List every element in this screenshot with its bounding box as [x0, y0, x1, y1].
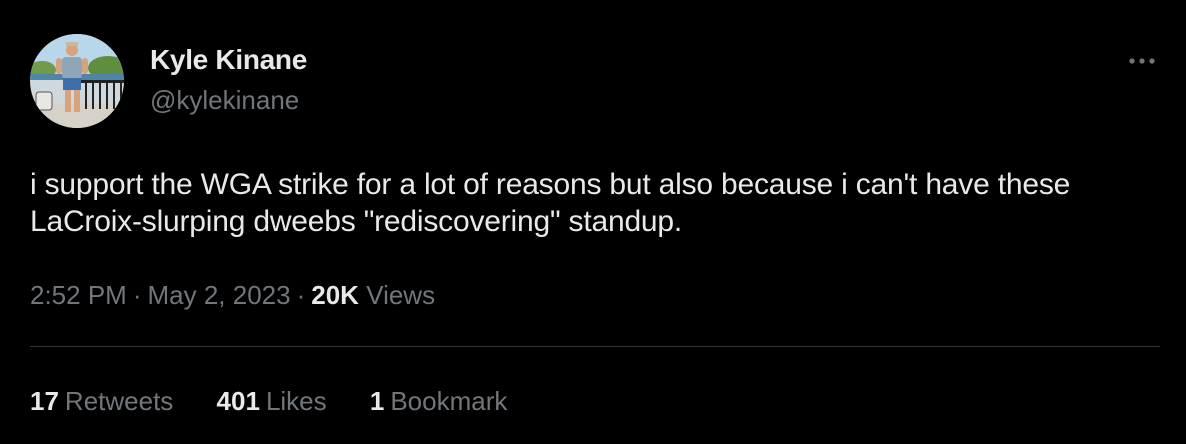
retweets-count: 17 — [30, 386, 59, 416]
more-options-button[interactable] — [1124, 48, 1160, 74]
meta-separator: · — [132, 280, 142, 310]
avatar-photo-icon — [30, 34, 124, 128]
divider — [30, 346, 1160, 347]
engagement-stats: 17 Retweets 401 Likes 1 Bookmark — [30, 384, 543, 418]
retweets-stat[interactable]: 17 Retweets — [30, 384, 173, 418]
bookmarks-label: Bookmark — [390, 386, 508, 416]
tweet-time[interactable]: 2:52 PM — [30, 280, 127, 310]
more-horizontal-icon — [1129, 58, 1155, 64]
author-info: Kyle Kinane @kylekinane — [150, 44, 307, 116]
views-count: 20K — [311, 280, 359, 310]
author-handle[interactable]: @kylekinane — [150, 84, 307, 116]
likes-count: 401 — [216, 386, 260, 416]
avatar[interactable] — [30, 34, 124, 128]
author-display-name[interactable]: Kyle Kinane — [150, 44, 307, 76]
tweet-card: Kyle Kinane @kylekinane i support the WG… — [0, 0, 1186, 444]
tweet-meta: 2:52 PM · May 2, 2023 · 20K Views — [30, 278, 435, 312]
bookmarks-count: 1 — [369, 386, 385, 416]
bookmarks-stat[interactable]: 1 Bookmark — [370, 384, 508, 418]
likes-stat[interactable]: 401 Likes — [217, 384, 327, 418]
likes-label: Likes — [265, 386, 327, 416]
views-label: Views — [366, 280, 436, 310]
tweet-text: i support the WGA strike for a lot of re… — [30, 168, 1071, 238]
meta-separator: · — [296, 280, 306, 310]
retweets-label: Retweets — [64, 386, 174, 416]
tweet-date[interactable]: May 2, 2023 — [148, 280, 291, 310]
